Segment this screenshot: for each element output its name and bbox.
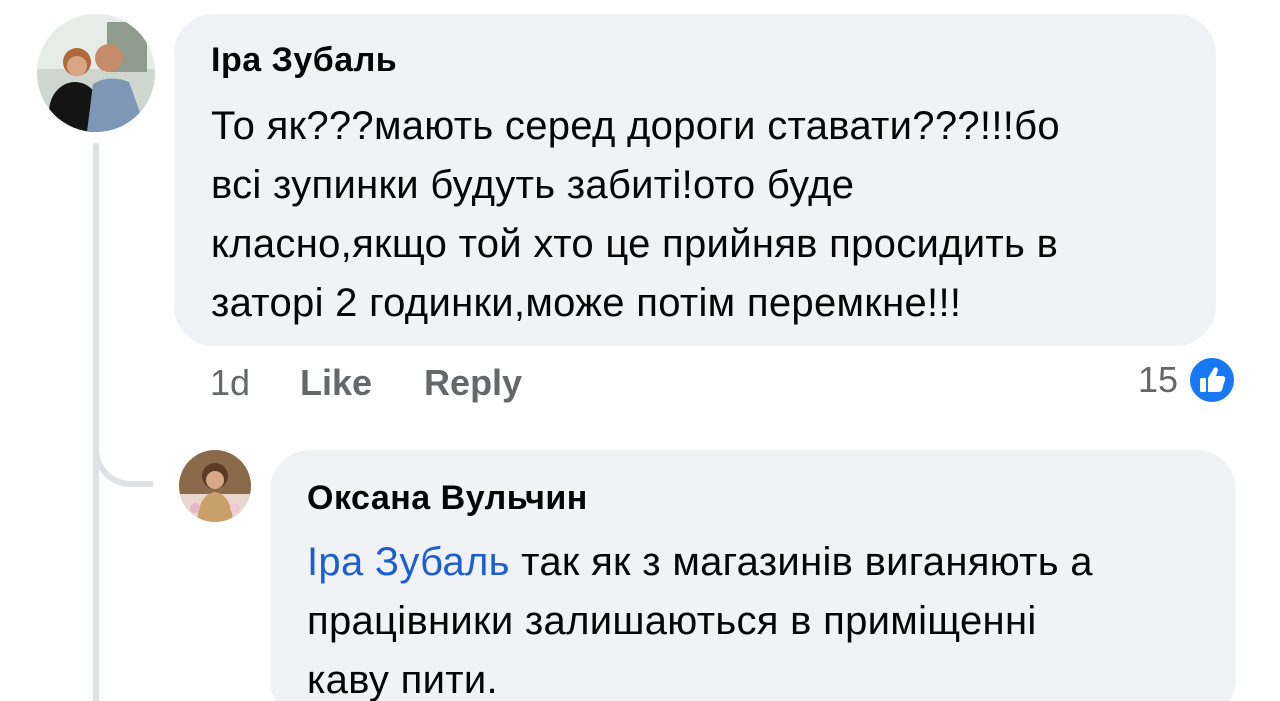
reply-bubble: Оксана Вульчин Іра Зубаль так як з магаз… <box>270 450 1236 701</box>
mention-link[interactable]: Іра Зубаль <box>307 540 510 584</box>
reply-line-text: так як з магазинів виганяють а <box>521 540 1093 584</box>
comment-line: заторі 2 годинки,може потім перемкне!!! <box>211 281 962 325</box>
comment-thread: Іра Зубаль То як???мають серед дороги ст… <box>0 0 1280 701</box>
avatar[interactable] <box>37 14 155 132</box>
comment-line: класно,якщо той хто це прийняв просидить… <box>211 222 1059 266</box>
comment-timestamp[interactable]: 1d <box>210 362 300 404</box>
like-button[interactable]: Like <box>300 362 372 404</box>
reaction-count: 15 <box>1138 359 1179 400</box>
thread-branch-line <box>93 410 153 487</box>
reply-line: Іра Зубаль так як з магазинів виганяють … <box>307 533 1202 592</box>
reply-text: Іра Зубаль так як з магазинів виганяють … <box>307 533 1202 701</box>
reply-line: працівники залишаються в приміщенні <box>307 599 1037 643</box>
comment-line: всі зупинки будуть забиті!ото буде <box>211 163 855 207</box>
avatar[interactable] <box>179 450 251 522</box>
like-icon <box>1188 356 1237 404</box>
reply-line: каву пити. <box>307 658 498 701</box>
comment-line: То як???мають серед дороги ставати???!!!… <box>211 104 1060 148</box>
comment-author[interactable]: Іра Зубаль <box>211 40 1182 80</box>
reply-author[interactable]: Оксана Вульчин <box>307 478 1202 518</box>
reply-button[interactable]: Reply <box>424 362 522 404</box>
reaction-summary[interactable]: 15 <box>1138 354 1237 406</box>
comment-bubble: Іра Зубаль То як???мають серед дороги ст… <box>174 14 1216 346</box>
comment-actions: 1d Like Reply <box>210 360 574 406</box>
comment-text: То як???мають серед дороги ставати???!!!… <box>211 97 1182 333</box>
